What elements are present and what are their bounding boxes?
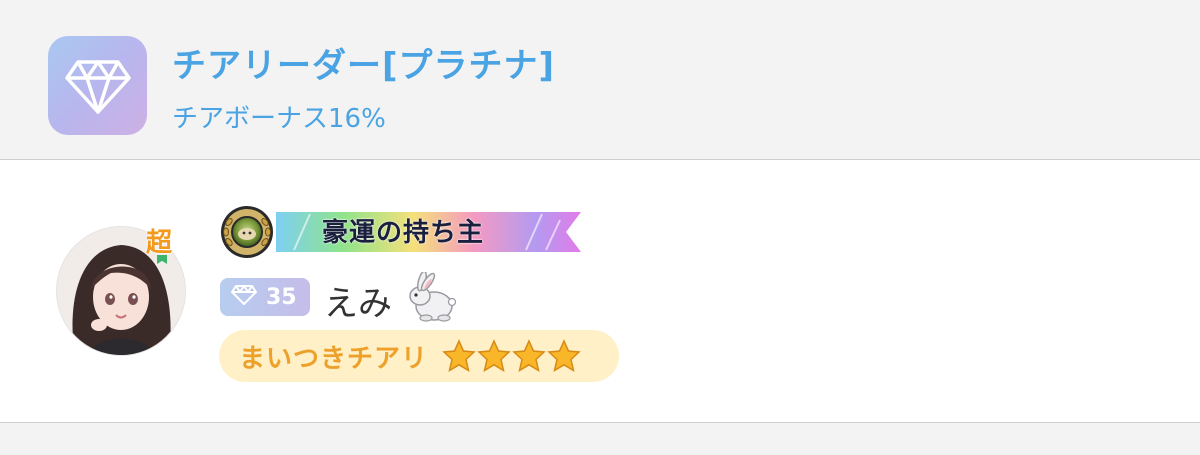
star-rating [442, 339, 582, 373]
list-footer [0, 423, 1200, 455]
level-badge: 35 [220, 278, 310, 316]
user-list-item[interactable]: 超 豪運の持ち主 35 えみ まいつきチアリ [0, 160, 1200, 423]
star-icon [547, 339, 581, 373]
user-name[interactable]: えみ [324, 276, 392, 325]
banner-title: 豪運の持ち主 [322, 218, 485, 248]
star-icon [512, 339, 546, 373]
star-icon [477, 339, 511, 373]
star-icon [442, 339, 476, 373]
rank-header: チアリーダー[プラチナ] チアボーナス16% [0, 0, 1200, 160]
rank-title: チアリーダー[プラチナ] [172, 46, 556, 86]
medal-icon [219, 204, 283, 260]
rabbit-icon [404, 270, 460, 324]
diamond-icon [48, 36, 147, 135]
avatar-tag: 超 [146, 228, 173, 258]
diamond-icon [230, 284, 258, 310]
cheer-title-badge: まいつきチアリ [219, 330, 619, 382]
cheer-title: まいつきチアリ [239, 343, 429, 374]
cheer-bonus: チアボーナス16% [172, 104, 386, 134]
level-number: 35 [266, 284, 297, 310]
